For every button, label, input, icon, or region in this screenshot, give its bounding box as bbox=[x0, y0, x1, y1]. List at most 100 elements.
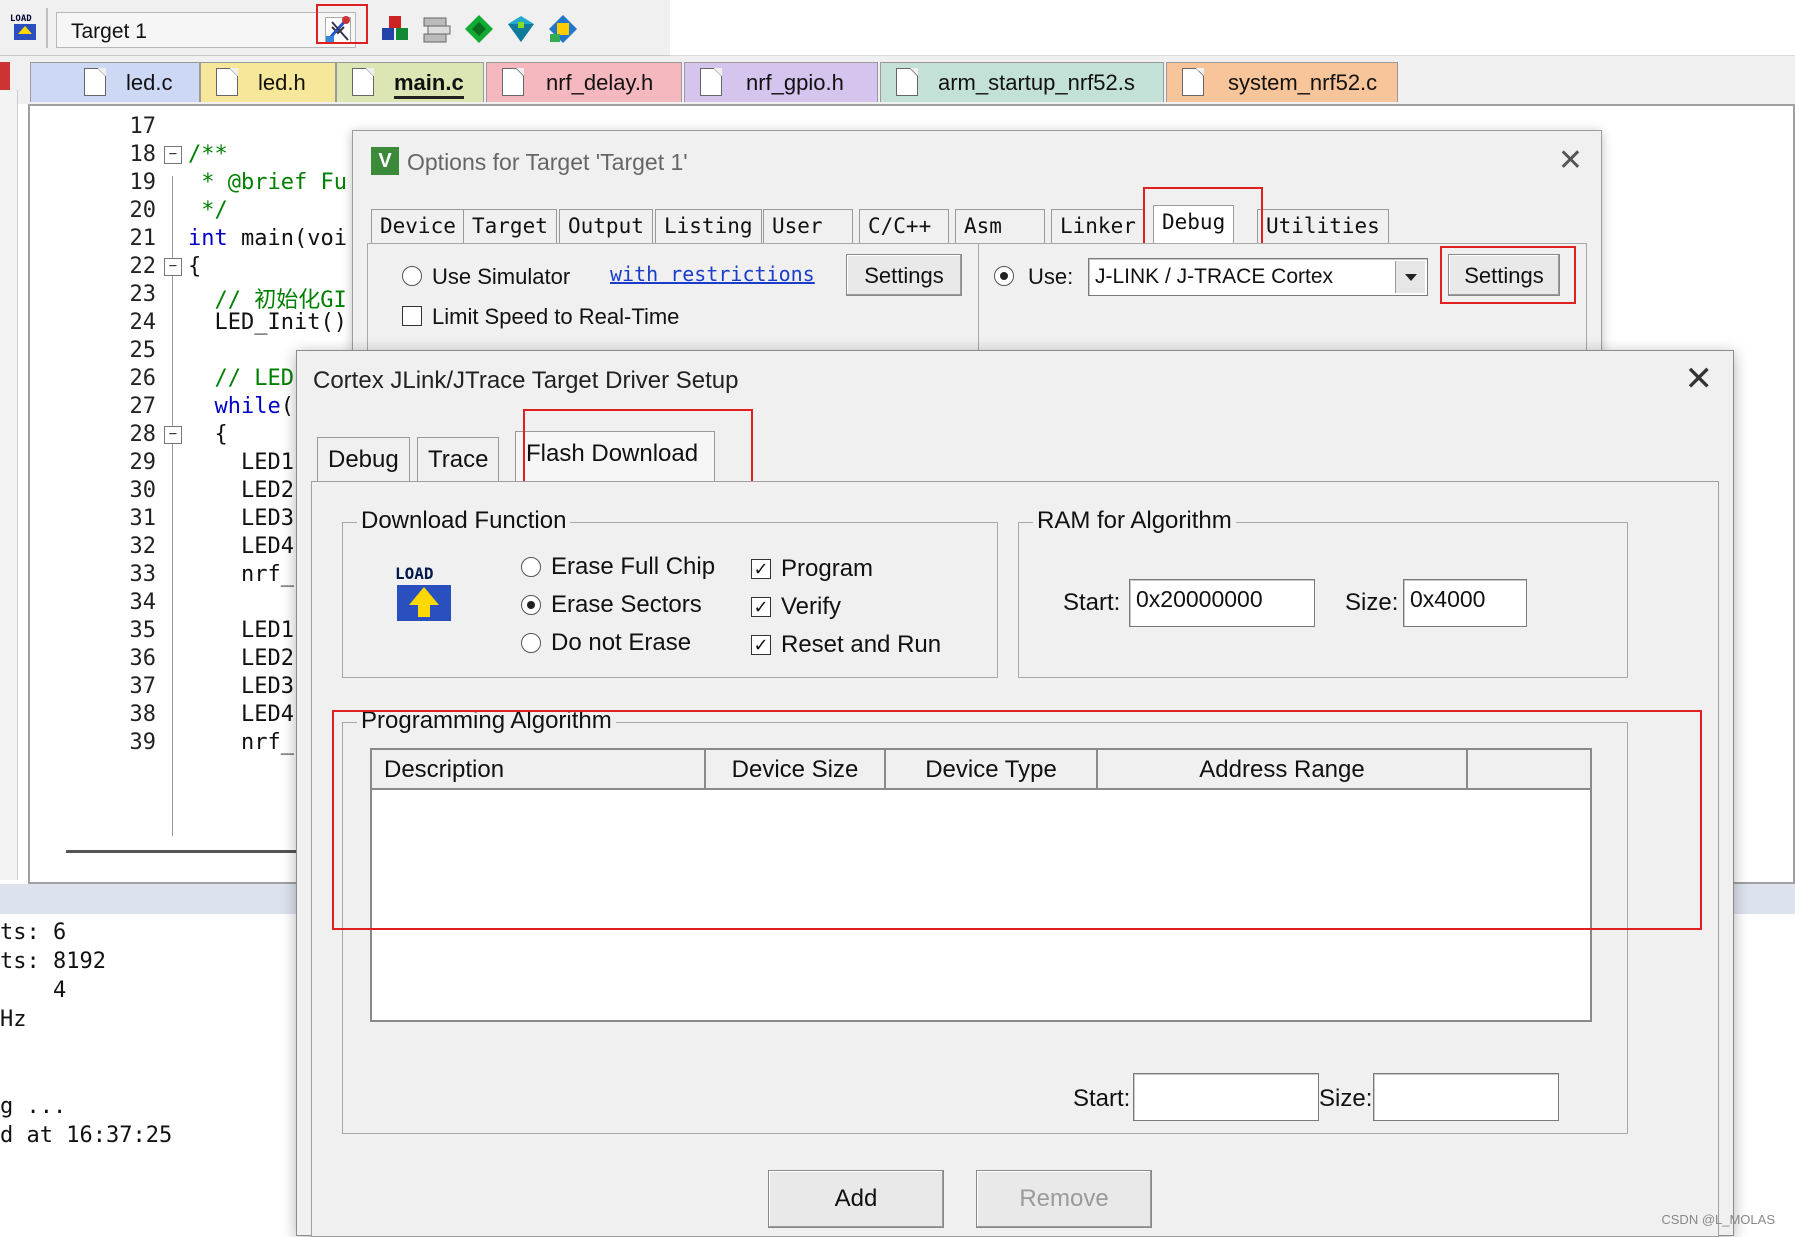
close-icon[interactable]: ✕ bbox=[1558, 143, 1583, 178]
fold-toggle-icon[interactable]: − bbox=[164, 426, 182, 444]
code-line: /** bbox=[188, 142, 228, 167]
code-line: LED3 bbox=[188, 506, 294, 531]
line-number: 24 bbox=[129, 310, 157, 335]
file-tab-led-h[interactable]: led.h bbox=[200, 62, 336, 102]
line-number: 34 bbox=[129, 590, 157, 615]
uvision-app-icon: V bbox=[371, 147, 399, 175]
erase-sectors-label: Erase Sectors bbox=[551, 591, 702, 618]
code-line: * @brief Fu bbox=[188, 170, 347, 195]
do-not-erase-radio[interactable] bbox=[521, 633, 541, 653]
jlink-dialog-title: Cortex JLink/JTrace Target Driver Setup bbox=[313, 367, 739, 394]
code-line: LED1 bbox=[188, 618, 294, 643]
erase-sectors-radio[interactable] bbox=[521, 595, 541, 615]
erase-full-chip-radio[interactable] bbox=[521, 557, 541, 577]
tab-trace[interactable]: Trace bbox=[417, 437, 500, 481]
ram-start-input[interactable]: 0x20000000 bbox=[1129, 579, 1315, 627]
code-line: nrf_ bbox=[188, 562, 294, 587]
code-line: nrf_ bbox=[188, 730, 294, 755]
file-tab-nrf-delay-h[interactable]: nrf_delay.h bbox=[486, 62, 682, 102]
code-line: LED2 bbox=[188, 646, 294, 671]
line-number: 20 bbox=[129, 198, 157, 223]
load-icon[interactable]: LOAD bbox=[8, 10, 42, 44]
code-line: LED4 bbox=[188, 702, 294, 727]
algo-start-label: Start: bbox=[1073, 1085, 1131, 1112]
file-tab-nrf-gpio-h[interactable]: nrf_gpio.h bbox=[684, 62, 878, 102]
fold-toggle-icon[interactable]: − bbox=[164, 146, 182, 164]
output-line: g ... bbox=[0, 1094, 67, 1119]
download-function-group: Download Function LOAD Erase Full Chip E… bbox=[342, 507, 998, 678]
file-tab-arm-startup[interactable]: arm_startup_nrf52.s bbox=[880, 62, 1164, 102]
chevron-down-icon[interactable] bbox=[1395, 261, 1425, 293]
simulator-settings-button[interactable]: Settings bbox=[846, 254, 962, 296]
download-function-title: Download Function bbox=[357, 507, 571, 535]
file-tab-label: nrf_gpio.h bbox=[746, 70, 844, 95]
file-tab-system-nrf52-c[interactable]: system_nrf52.c bbox=[1166, 62, 1398, 102]
verify-checkbox[interactable]: ✓ bbox=[751, 597, 771, 617]
algo-size-input[interactable] bbox=[1373, 1073, 1559, 1121]
tab-output[interactable]: Output bbox=[559, 209, 653, 243]
line-number: 36 bbox=[129, 646, 157, 671]
line-number: 39 bbox=[129, 730, 157, 755]
tab-c-cpp[interactable]: C/C++ bbox=[859, 209, 949, 243]
use-simulator-radio[interactable] bbox=[402, 266, 422, 286]
line-number: 22 bbox=[129, 254, 157, 279]
pack-debug-icon[interactable] bbox=[546, 12, 580, 46]
code-line: LED1 bbox=[188, 450, 294, 475]
ram-size-label: Size: bbox=[1345, 589, 1399, 616]
line-number: 18 bbox=[129, 142, 157, 167]
debugger-select[interactable]: J-LINK / J-TRACE Cortex bbox=[1088, 258, 1428, 296]
target-select[interactable]: Target 1 bbox=[56, 12, 356, 48]
window-edge-marker bbox=[0, 62, 10, 92]
close-icon[interactable]: ✕ bbox=[1685, 359, 1714, 399]
add-button[interactable]: Add bbox=[768, 1170, 944, 1228]
tab-linker[interactable]: Linker bbox=[1051, 209, 1145, 243]
file-tab-main-c[interactable]: main.c bbox=[336, 62, 484, 102]
toolbar-empty-area bbox=[670, 0, 1795, 56]
code-line: LED3 bbox=[188, 674, 294, 699]
code-line: LED_Init() bbox=[188, 310, 347, 335]
use-debugger-radio[interactable] bbox=[994, 266, 1014, 286]
file-tab-led-c[interactable]: led.c bbox=[30, 62, 200, 102]
tab-background bbox=[30, 62, 200, 102]
tab-asm[interactable]: Asm bbox=[955, 209, 1045, 243]
line-number: 33 bbox=[129, 562, 157, 587]
manage-runtime-icon[interactable] bbox=[420, 12, 454, 46]
tab-target[interactable]: Target bbox=[463, 209, 557, 243]
file-icon bbox=[700, 68, 722, 96]
tab-device[interactable]: Device bbox=[371, 209, 465, 243]
flash-download-highlight bbox=[523, 409, 753, 489]
verify-label: Verify bbox=[781, 593, 842, 620]
panel-divider bbox=[978, 244, 979, 362]
algorithm-highlight bbox=[332, 710, 1702, 930]
debug-panel: Use Simulator with restrictions Settings… bbox=[367, 243, 1587, 362]
ram-size-input[interactable]: 0x4000 bbox=[1403, 579, 1527, 627]
algo-start-input[interactable] bbox=[1133, 1073, 1319, 1121]
pack-installer-icon[interactable] bbox=[504, 12, 538, 46]
output-line: Hz bbox=[0, 1007, 27, 1032]
line-number: 32 bbox=[129, 534, 157, 559]
code-line: // LED bbox=[188, 366, 294, 391]
ram-for-algorithm-title: RAM for Algorithm bbox=[1033, 507, 1236, 535]
limit-speed-checkbox[interactable] bbox=[402, 306, 422, 326]
do-not-erase-label: Do not Erase bbox=[551, 629, 692, 656]
tab-user[interactable]: User bbox=[763, 209, 853, 243]
use-simulator-label: Use Simulator bbox=[432, 264, 571, 289]
file-tab-label: system_nrf52.c bbox=[1228, 70, 1378, 95]
manage-components-icon[interactable] bbox=[378, 12, 412, 46]
fold-toggle-icon[interactable]: − bbox=[164, 258, 182, 276]
debug-tab-highlight bbox=[1143, 187, 1263, 247]
tab-debug[interactable]: Debug bbox=[317, 437, 410, 481]
remove-button[interactable]: Remove bbox=[976, 1170, 1152, 1228]
line-number: 26 bbox=[129, 366, 157, 391]
tab-utilities[interactable]: Utilities bbox=[1257, 209, 1389, 243]
code-line: int main(voi bbox=[188, 226, 347, 251]
tab-listing[interactable]: Listing bbox=[655, 209, 762, 243]
file-icon bbox=[216, 68, 238, 96]
code-line: while( bbox=[214, 394, 294, 419]
options-highlight bbox=[316, 4, 368, 44]
with-restrictions-link[interactable]: with restrictions bbox=[610, 262, 815, 286]
program-checkbox[interactable]: ✓ bbox=[751, 559, 771, 579]
select-packs-icon[interactable] bbox=[462, 12, 496, 46]
reset-and-run-checkbox[interactable]: ✓ bbox=[751, 635, 771, 655]
settings-highlight bbox=[1440, 246, 1576, 304]
